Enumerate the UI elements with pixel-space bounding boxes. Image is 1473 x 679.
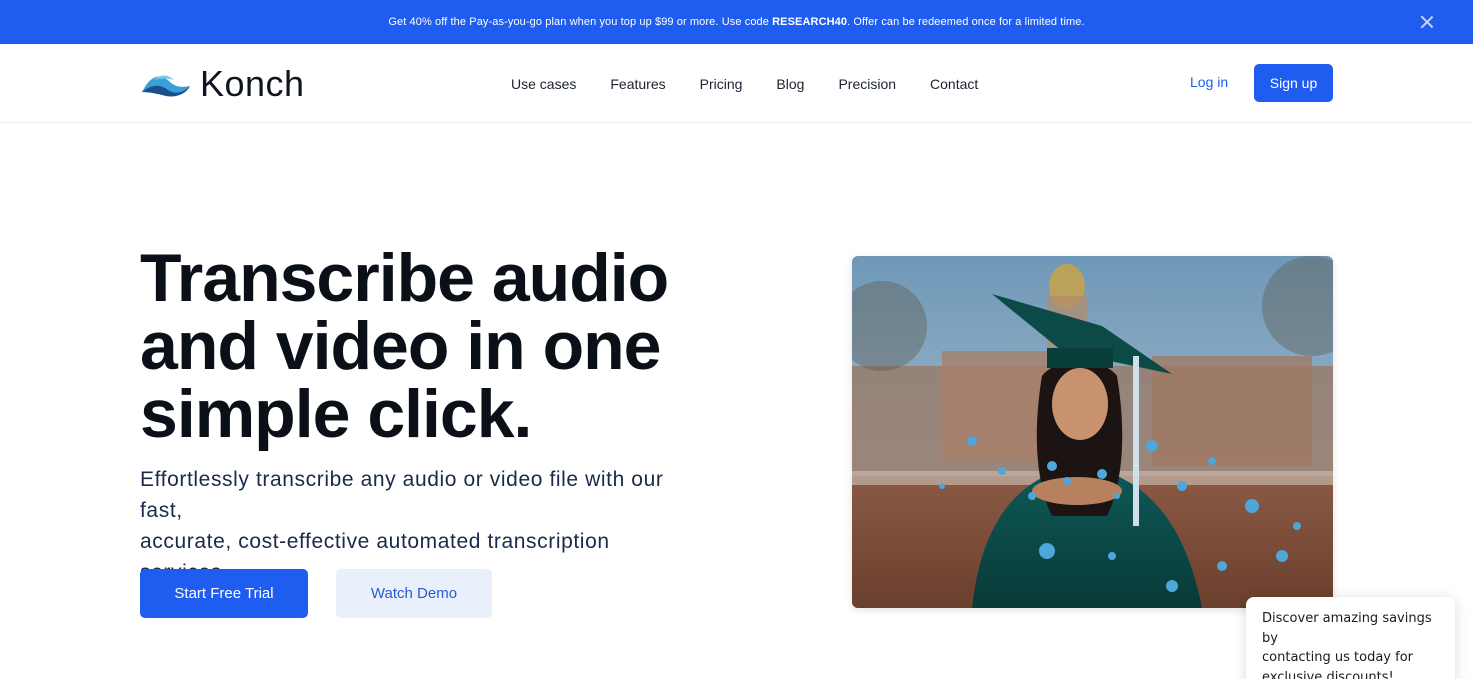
login-link[interactable]: Log in [1190, 74, 1228, 90]
nav-blog[interactable]: Blog [776, 76, 804, 92]
nav-contact[interactable]: Contact [930, 76, 978, 92]
logo[interactable]: Konch [140, 66, 305, 102]
chat-popup-line: Discover amazing savings by [1262, 611, 1432, 646]
wave-logo-icon [142, 75, 190, 97]
site-header: Konch Use cases Features Pricing Blog Pr… [0, 44, 1473, 123]
hero-subtitle-line: Effortlessly transcribe any audio or vid… [140, 468, 664, 522]
start-free-trial-button[interactable]: Start Free Trial [140, 569, 308, 618]
nav-features[interactable]: Features [610, 76, 665, 92]
hero-title-line: simple click. [140, 376, 532, 452]
nav-use-cases[interactable]: Use cases [511, 76, 576, 92]
watch-demo-button[interactable]: Watch Demo [336, 569, 492, 618]
chat-popup[interactable]: Discover amazing savings by contacting u… [1246, 597, 1455, 679]
nav-precision[interactable]: Precision [838, 76, 896, 92]
nav-pricing[interactable]: Pricing [700, 76, 743, 92]
promo-banner: Get 40% off the Pay-as-you-go plan when … [0, 0, 1473, 44]
hero-title-line: Transcribe audio [140, 240, 669, 316]
chat-popup-line: exclusive discounts! [1262, 669, 1394, 679]
logo-text: Konch [200, 63, 305, 104]
main-nav: Use cases Features Pricing Blog Precisio… [494, 44, 995, 123]
promo-text: Get 40% off the Pay-as-you-go plan when … [388, 16, 1085, 28]
promo-code: RESEARCH40 [772, 16, 848, 28]
chat-popup-line: contacting us today for [1262, 650, 1413, 665]
hero-photo [852, 256, 1333, 608]
hero-title-line: and video in one [140, 308, 661, 384]
signup-button[interactable]: Sign up [1254, 64, 1333, 102]
close-icon[interactable] [1419, 14, 1435, 30]
hero-title: Transcribe audio and video in one simple… [140, 244, 700, 448]
